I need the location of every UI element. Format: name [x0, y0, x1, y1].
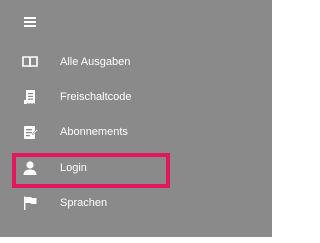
menu-item-alle-ausgaben[interactable]: Alle Ausgaben	[0, 45, 272, 79]
menu-item-label: Alle Ausgaben	[60, 56, 131, 68]
menu-item-label: Login	[60, 162, 87, 174]
menu-item-label: Sprachen	[60, 197, 108, 209]
navigation-drawer: Alle Ausgaben Freischaltcode Abonnements	[0, 0, 278, 243]
subscription-icon	[22, 124, 39, 140]
menu-item-label: Freischaltcode	[60, 91, 132, 103]
user-icon	[22, 160, 38, 176]
menu-item-freischaltcode[interactable]: Freischaltcode	[0, 80, 272, 114]
flag-icon	[22, 195, 38, 211]
receipt-icon	[22, 89, 38, 105]
menu-item-login[interactable]: Login	[0, 151, 272, 185]
menu-item-abonnements[interactable]: Abonnements	[0, 115, 272, 149]
menu-item-label: Abonnements	[60, 126, 128, 138]
book-icon	[22, 54, 38, 70]
hamburger-menu-icon[interactable]	[24, 17, 36, 27]
menu-item-sprachen[interactable]: Sprachen	[0, 186, 272, 220]
